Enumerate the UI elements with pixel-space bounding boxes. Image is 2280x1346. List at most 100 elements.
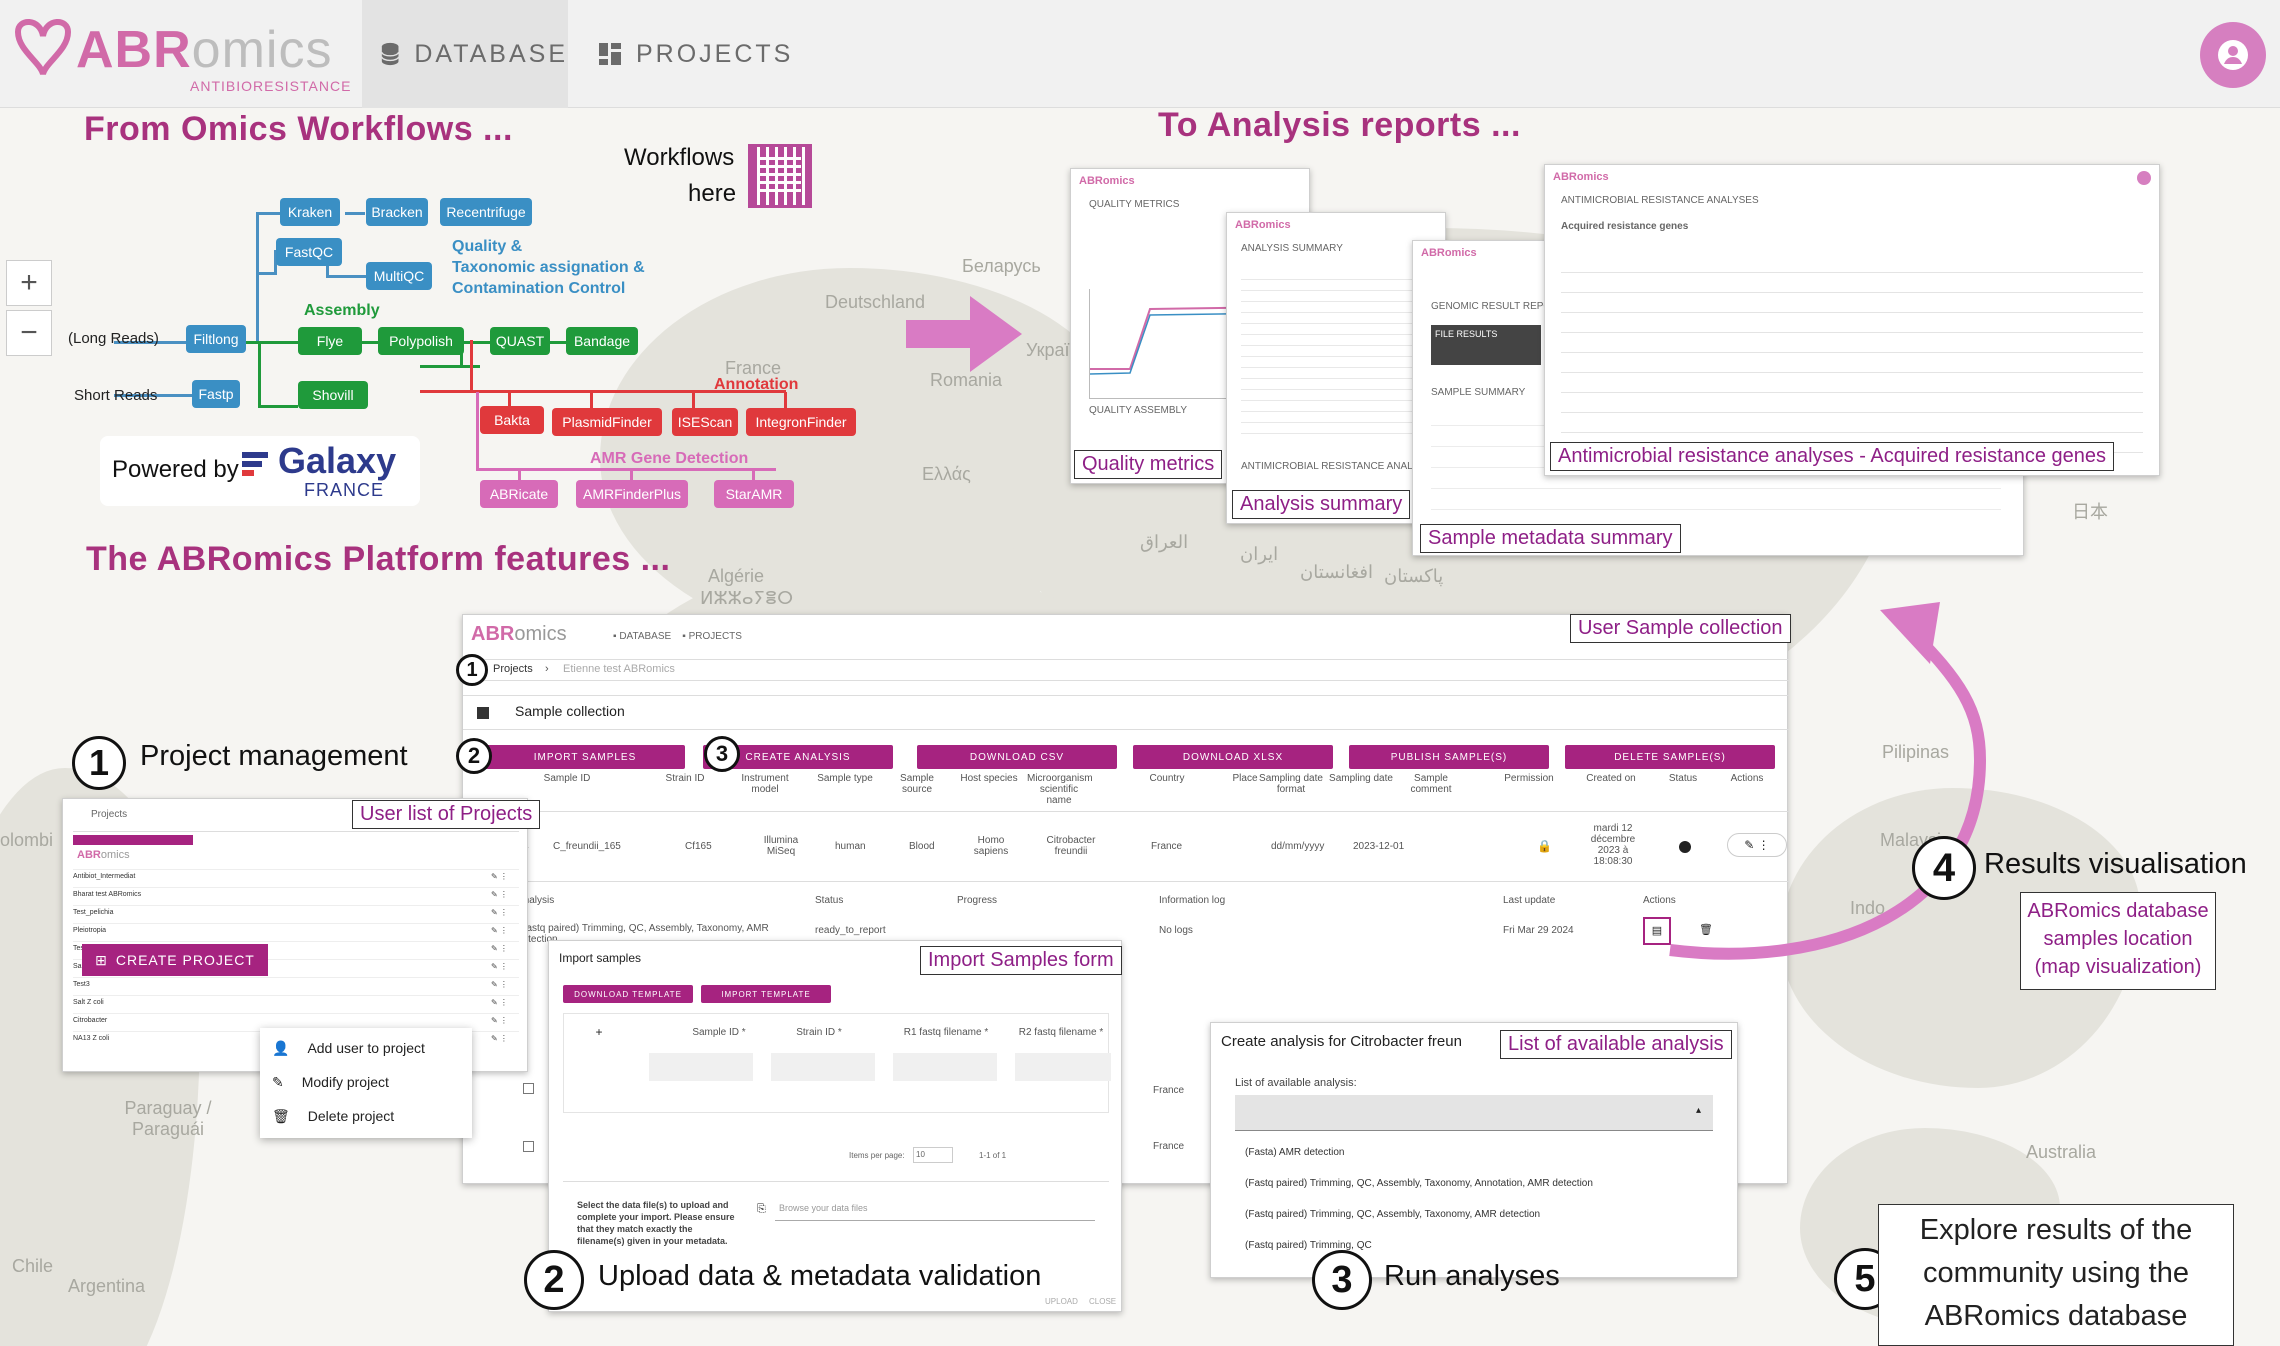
card4-sub: Acquired resistance genes [1561, 221, 1689, 232]
nav-projects[interactable]: PROJECTS [598, 0, 793, 108]
tool-kraken[interactable]: Kraken [280, 198, 340, 226]
menu-modify-label: Modify project [301, 1074, 389, 1090]
table-column-header: Sample source [900, 773, 934, 795]
results-callout-line3: (map visualization) [2034, 956, 2202, 978]
download-xlsx-button[interactable]: DOWNLOAD XLSX [1133, 745, 1333, 769]
tool-recentrifuge[interactable]: Recentrifuge [440, 198, 532, 226]
project-row-name[interactable]: Test3 [73, 981, 90, 988]
project-row-name[interactable]: Pleiotropia [73, 927, 106, 934]
tool-integronfinder[interactable]: IntegronFinder [746, 408, 856, 436]
r1-filename-input[interactable] [893, 1053, 997, 1081]
project-row-actions-icon[interactable]: ✎ ⋮ [491, 908, 508, 917]
tool-filtlong[interactable]: Filtlong [186, 325, 246, 353]
close-button[interactable]: CLOSE [1089, 1297, 1116, 1306]
tool-plasmidfinder[interactable]: PlasmidFinder [552, 408, 662, 436]
project-row-name[interactable]: Test_pelichia [73, 909, 113, 916]
add-box-icon: ⊞ [95, 951, 108, 968]
tool-multiqc[interactable]: MultiQC [366, 262, 432, 290]
import-col-header: Sample ID * [692, 1027, 746, 1038]
create-analysis-screen: Create analysis for Citrobacter freun Li… [1210, 1022, 1738, 1278]
tool-isescan[interactable]: ISEScan [672, 408, 738, 436]
tool-fastqc[interactable]: FastQC [276, 238, 342, 266]
create-analysis-title: Create analysis for Citrobacter freun [1221, 1033, 1462, 1050]
download-csv-button[interactable]: DOWNLOAD CSV [917, 745, 1117, 769]
avatar-button[interactable] [2200, 22, 2266, 88]
logo-tagline: ANTIBIORESISTANCE [190, 78, 352, 94]
project-row-actions-icon[interactable]: ✎ ⋮ [491, 1034, 508, 1043]
publish-samples-button[interactable]: PUBLISH SAMPLE(S) [1349, 745, 1549, 769]
pager-label: Items per page: [849, 1151, 905, 1160]
r2-filename-input[interactable] [1015, 1053, 1111, 1081]
tool-staramr[interactable]: StarAMR [714, 480, 794, 508]
menu-add-user[interactable]: 👤 Add user to project [272, 1040, 425, 1057]
breadcrumb-root[interactable]: Projects [493, 663, 533, 675]
tool-polypolish[interactable]: Polypolish [378, 327, 464, 355]
project-row-actions-icon[interactable]: ✎ ⋮ [491, 926, 508, 935]
callout-sample-metadata: Sample metadata summary [1420, 524, 1681, 553]
analysis-option[interactable]: (Fastq paired) Trimming, QC, Assembly, T… [1245, 1209, 1540, 1220]
menu-add-user-label: Add user to project [307, 1040, 425, 1056]
analysis-select[interactable]: ▴ [1235, 1095, 1713, 1131]
zoom-out-button[interactable]: − [6, 310, 52, 356]
row-divider [73, 995, 519, 996]
user-icon [2218, 40, 2248, 70]
tool-bracken[interactable]: Bracken [366, 198, 428, 226]
project-row-actions-icon[interactable]: ✎ ⋮ [491, 998, 508, 1007]
tool-fastp[interactable]: Fastp [192, 380, 240, 408]
map-label: پاکستان [1384, 566, 1444, 586]
project-row-actions-icon[interactable]: ✎ ⋮ [491, 944, 508, 953]
map-label: Argentina [68, 1276, 146, 1296]
project-row-name[interactable]: Bharat test ABRomics [73, 891, 141, 898]
analysis-option[interactable]: (Fasta) AMR detection [1245, 1147, 1344, 1158]
menu-delete-label: Delete project [307, 1108, 395, 1124]
project-row-actions-icon[interactable]: ✎ ⋮ [491, 1016, 508, 1025]
tool-bakta[interactable]: Bakta [480, 406, 544, 434]
create-project-button[interactable]: ⊞ CREATE PROJECT [82, 944, 268, 976]
table-column-header: Created on [1586, 773, 1636, 784]
analysis-option[interactable]: (Fastq paired) Trimming, QC [1245, 1240, 1372, 1251]
tool-amrfinderplus[interactable]: AMRFinderPlus [576, 480, 688, 508]
project-row-name[interactable]: Citrobacter [73, 1017, 107, 1024]
arrow-right-icon [906, 296, 1022, 372]
qc-label-line1: Quality & [452, 238, 523, 255]
card2-sub: ANTIMICROBIAL RESISTANCE ANALYSES [1241, 461, 1439, 472]
project-row-actions-icon[interactable]: ✎ ⋮ [491, 890, 508, 899]
tool-abricate[interactable]: ABRicate [480, 480, 558, 508]
project-row-name[interactable]: Salt Z coli [73, 999, 104, 1006]
qr-code-icon[interactable] [748, 144, 812, 208]
import-title: Import samples [559, 951, 642, 965]
project-row-actions-icon[interactable]: ✎ ⋮ [491, 872, 508, 881]
database-icon [381, 42, 400, 66]
zoom-in-button[interactable]: + [6, 260, 52, 306]
project-row-actions-icon[interactable]: ✎ ⋮ [491, 962, 508, 971]
upload-button[interactable]: UPLOAD [1045, 1297, 1078, 1306]
tool-flye[interactable]: Flye [298, 327, 362, 355]
annotation-label: Annotation [714, 376, 799, 393]
app-bar: ABR omics ANTIBIORESISTANCE DATABASE PROJ… [0, 0, 2280, 108]
page-size-select[interactable]: 10 [913, 1147, 953, 1163]
abromics-logo[interactable]: ABR omics [10, 14, 332, 80]
nav-database[interactable]: DATABASE [362, 0, 568, 108]
sample-id-input[interactable] [649, 1053, 753, 1081]
map-label: Беларусь [962, 256, 1041, 276]
tool-bandage[interactable]: Bandage [566, 327, 638, 355]
menu-modify[interactable]: ✎ Modify project [272, 1074, 389, 1091]
tool-shovill[interactable]: Shovill [298, 381, 368, 409]
amr-analyses-card[interactable]: ABRomics ANTIMICROBIAL RESISTANCE ANALYS… [1544, 164, 2160, 476]
file-upload-input[interactable]: Browse your data files [775, 1199, 1095, 1221]
menu-delete[interactable]: 🗑 Delete project [272, 1108, 394, 1125]
breadcrumb-leaf[interactable]: Etienne test ABRomics [563, 663, 675, 675]
import-template-button[interactable]: IMPORT TEMPLATE [701, 985, 831, 1003]
galaxy-badge[interactable]: Powered by Galaxy FRANCE [100, 436, 420, 506]
analysis-option[interactable]: (Fastq paired) Trimming, QC, Assembly, T… [1245, 1178, 1593, 1189]
project-row-name[interactable]: NA13 Z coli [73, 1035, 109, 1042]
import-samples-button[interactable]: IMPORT SAMPLES [485, 745, 685, 769]
tool-quast[interactable]: QUAST [490, 327, 550, 355]
download-template-button[interactable]: DOWNLOAD TEMPLATE [563, 985, 693, 1003]
add-row-icon[interactable]: + [589, 1025, 609, 1041]
strain-id-input[interactable] [771, 1053, 875, 1081]
map-label: 日本 [2072, 502, 2108, 522]
project-row-actions-icon[interactable]: ✎ ⋮ [491, 980, 508, 989]
project-row-name[interactable]: Antibiot_Intermediat [73, 873, 135, 880]
map-label: Romania [930, 370, 1003, 390]
